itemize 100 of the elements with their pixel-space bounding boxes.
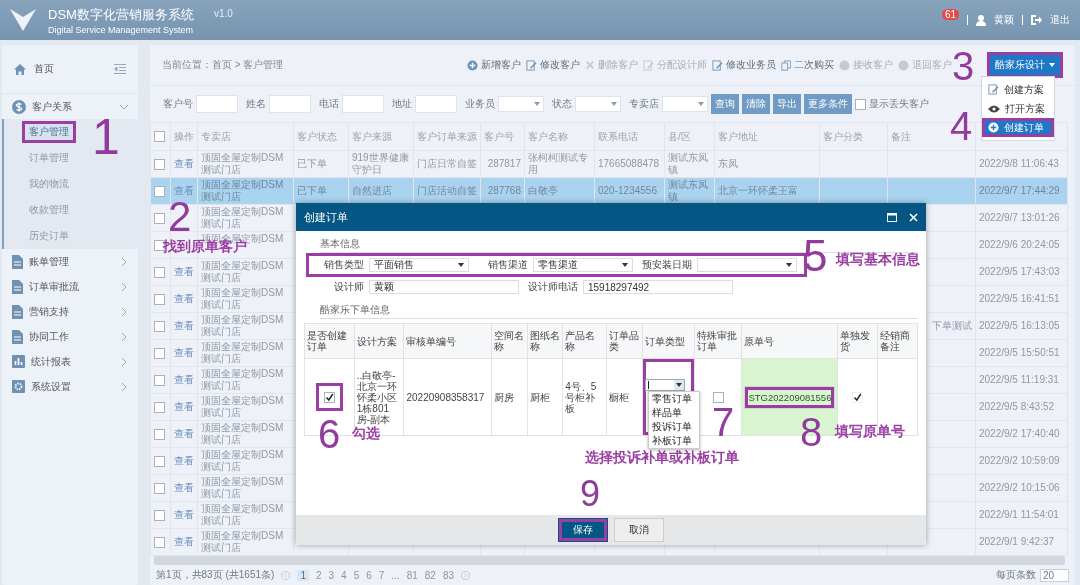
filter-button[interactable]: 清除 [742, 94, 770, 114]
page-link[interactable]: 2 [315, 569, 322, 581]
page-link[interactable]: ... [391, 569, 400, 581]
filter-field[interactable] [342, 95, 384, 113]
toolbar-button[interactable]: 新增客户 [465, 58, 523, 72]
select-all-checkbox[interactable] [154, 131, 165, 143]
filter-select[interactable] [498, 96, 544, 112]
notification-badge[interactable]: 61 [941, 8, 959, 20]
original-order-field[interactable]: STG202209081556 [744, 385, 836, 409]
page-link[interactable]: 81 [406, 569, 418, 581]
row-checkbox[interactable] [154, 293, 165, 305]
page-link[interactable]: 3 [328, 569, 335, 581]
sidebar-item[interactable]: 系统设置 [31, 379, 71, 394]
dropdown-option[interactable]: 零售订单 [648, 392, 699, 406]
sidebar-subitem[interactable]: 我的物流 [22, 173, 76, 195]
save-button[interactable]: 保存 [558, 518, 608, 542]
sidebar-item[interactable]: 订单审批流 [29, 279, 79, 294]
filter-button[interactable]: 更多条件 [804, 94, 852, 114]
toolbar-button[interactable]: 二次购买 [779, 58, 836, 72]
column-header[interactable]: 县/区 [668, 130, 691, 142]
toolbar-button[interactable]: 修改客户 [524, 58, 582, 72]
row-checkbox[interactable] [154, 185, 165, 197]
collapse-menu-icon[interactable] [114, 64, 126, 74]
row-checkbox[interactable] [154, 455, 165, 467]
menu-item[interactable]: 创建方案 [982, 80, 1054, 99]
page-link[interactable]: 83 [442, 569, 455, 581]
create-order-checkbox[interactable] [323, 391, 335, 403]
special-approval-checkbox[interactable] [712, 391, 724, 403]
user-name[interactable]: 黄颖 [994, 13, 1014, 27]
row-checkbox[interactable] [154, 509, 165, 521]
table-cell: 2022/9/1 11:54:01 [979, 509, 1059, 520]
cancel-button[interactable]: 取消 [614, 518, 664, 542]
horizontal-scrollbar[interactable] [154, 556, 1065, 565]
order-type-select[interactable] [644, 379, 685, 391]
menu-item[interactable]: 打开方案 [982, 99, 1054, 118]
menu-item[interactable]: 创建订单 [982, 118, 1054, 137]
table-cell: 287768 [487, 185, 521, 196]
row-checkbox[interactable] [154, 158, 165, 170]
annotation-note: 填写基本信息 [836, 252, 920, 266]
row-checkbox[interactable] [154, 401, 165, 413]
row-checkbox[interactable] [154, 482, 165, 494]
filter-select[interactable] [575, 96, 621, 112]
row-checkbox[interactable] [154, 347, 165, 359]
column-header[interactable]: 专卖店 [201, 130, 231, 142]
sidebar-subitem[interactable]: 收款管理 [22, 199, 76, 221]
caret-icon [534, 102, 540, 106]
design-dropdown-button[interactable]: 酷家乐设计 [987, 52, 1063, 78]
logout-link[interactable]: 退出 [1050, 13, 1070, 27]
select-field[interactable]: 零售渠道 [533, 258, 633, 272]
table-cell: 厨柜 [529, 391, 550, 403]
document-icon [12, 279, 23, 294]
user-icon [976, 14, 986, 26]
checkbox[interactable] [855, 98, 866, 110]
filter-button[interactable]: 导出 [773, 94, 801, 114]
row-checkbox[interactable] [154, 320, 165, 332]
page-link[interactable]: 4 [341, 569, 347, 581]
page-link[interactable]: 7 [378, 569, 385, 581]
dropdown-option[interactable]: 投诉订单 [648, 420, 699, 434]
filter-button[interactable]: 查询 [711, 94, 739, 114]
row-checkbox[interactable] [154, 374, 165, 386]
page-link[interactable]: 5 [353, 569, 360, 581]
input-field[interactable]: 黄颖 [369, 280, 519, 294]
sidebar-item[interactable]: 营销支持 [29, 304, 69, 319]
filter-field[interactable] [415, 95, 457, 113]
filter-field[interactable] [269, 95, 311, 113]
sidebar-subitem[interactable]: 历史订单 [22, 225, 76, 247]
row-checkbox[interactable] [154, 266, 165, 278]
column-header[interactable]: 客户地址 [718, 130, 758, 142]
maximize-icon[interactable] [887, 212, 897, 222]
row-checkbox[interactable] [154, 428, 165, 440]
input-field[interactable]: 15918297492 [583, 280, 733, 294]
column-header[interactable]: 备注 [891, 130, 911, 142]
sidebar-item[interactable]: 首页 [34, 62, 54, 76]
row-checkbox[interactable] [154, 212, 165, 224]
select-field[interactable] [697, 258, 797, 272]
select-field[interactable]: 平面销售 [369, 258, 469, 272]
sidebar-subitem[interactable]: 订单管理 [22, 147, 76, 169]
page-link[interactable]: 1 [297, 569, 309, 581]
ship-separately-checkbox[interactable] [852, 391, 864, 403]
page-link[interactable]: 82 [424, 569, 436, 581]
logout-icon[interactable] [1031, 15, 1042, 25]
previous-page-icon[interactable] [281, 570, 291, 580]
dropdown-option[interactable]: 补板订单 [648, 434, 699, 448]
dropdown-option[interactable]: 样品单 [648, 406, 699, 420]
row-checkbox[interactable] [154, 536, 165, 548]
sidebar-subitem[interactable]: 客户管理 [22, 121, 76, 143]
close-icon[interactable] [909, 212, 918, 222]
table-cell: 287817 [487, 158, 521, 169]
next-page-icon[interactable] [461, 570, 471, 580]
filter-select[interactable] [662, 96, 708, 112]
page-size-select[interactable]: 20 [1039, 568, 1069, 582]
filter-field[interactable] [196, 95, 238, 113]
sidebar-item[interactable]: 统计报表 [31, 354, 71, 369]
close-icon [585, 60, 595, 70]
sidebar-item[interactable]: 协同工作 [29, 329, 69, 344]
sidebar-item[interactable]: 账单管理 [29, 254, 69, 269]
table-cell: 顶固全屋定制DSM测试门店 [201, 449, 284, 472]
toolbar-button[interactable]: 修改业务员 [710, 58, 778, 72]
sidebar-item[interactable]: 客户关系 [32, 99, 72, 114]
page-link[interactable]: 6 [366, 569, 372, 581]
